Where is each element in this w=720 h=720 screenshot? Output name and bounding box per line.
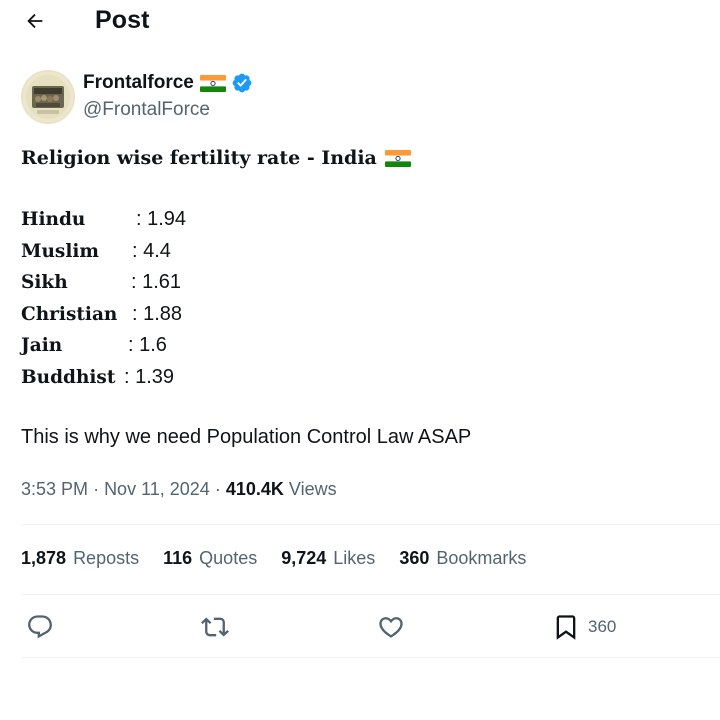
post-header: Post (0, 0, 720, 44)
religion-name: Jain (21, 335, 63, 357)
religion-name: Hindu (21, 209, 86, 231)
list-item: Christian : 1.88 (21, 299, 701, 331)
action-bar: 360 (0, 604, 720, 650)
religion-name: Buddhist (21, 366, 116, 388)
author-handle[interactable]: @FrontalForce (83, 99, 210, 121)
fertility-value: : 1.6 (128, 334, 167, 357)
avatar-image (23, 72, 73, 122)
bookmarks-label: Bookmarks (436, 548, 527, 568)
verified-badge-icon (232, 73, 252, 93)
fertility-value: : 4.4 (132, 239, 171, 262)
repost-icon (201, 617, 229, 637)
separator-dot: · (214, 479, 226, 499)
post-date[interactable]: Nov 11, 2024 (104, 479, 210, 499)
divider (21, 657, 720, 658)
list-item: Muslim : 4.4 (21, 236, 701, 268)
tweet-closing-text: This is why we need Population Control L… (21, 426, 472, 448)
quotes-count: 116 (163, 548, 193, 568)
display-name-text: Frontalforce (83, 72, 194, 93)
religion-name: Sikh (21, 272, 68, 294)
list-item: Buddhist : 1.39 (21, 362, 701, 394)
quotes-stat[interactable]: 116 Quotes (163, 548, 257, 569)
display-name[interactable]: Frontalforce (83, 72, 253, 94)
views-label: Views (288, 479, 337, 499)
author-block: Frontalforce @FrontalForce (21, 70, 621, 126)
religion-name: Christian (21, 303, 118, 325)
fertility-list: Hindu : 1.94 Muslim : 4.4 Sikh : 1.61 Ch… (21, 204, 701, 393)
post-time[interactable]: 3:53 PM (21, 479, 88, 499)
fertility-value: : 1.88 (132, 302, 183, 325)
divider (21, 524, 720, 525)
tweet-text: Religion wise fertility rate - India Hin… (21, 142, 701, 393)
repost-button[interactable] (201, 604, 229, 650)
bookmarks-count: 360 (399, 548, 430, 568)
likes-count: 9,724 (281, 548, 327, 568)
list-item: Jain : 1.6 (21, 330, 701, 362)
avatar[interactable] (21, 70, 75, 124)
post-metadata: 3:53 PM · Nov 11, 2024 · 410.4K Views (21, 479, 337, 500)
bookmarks-stat[interactable]: 360 Bookmarks (399, 548, 526, 569)
like-icon (379, 617, 403, 638)
separator-dot: · (93, 479, 105, 499)
likes-label: Likes (333, 548, 376, 568)
fertility-value: : 1.94 (136, 208, 187, 231)
reposts-count: 1,878 (21, 548, 67, 568)
religion-name: Muslim (21, 240, 99, 262)
flag-india-icon (384, 149, 411, 167)
reposts-label: Reposts (73, 548, 140, 568)
engagement-stats: 1,878 Reposts 116 Quotes 9,724 Likes 360… (21, 548, 550, 569)
fertility-value: : 1.61 (131, 271, 182, 294)
headline-text: Religion wise fertility rate - India (21, 147, 377, 169)
flag-india-icon (199, 74, 226, 92)
likes-stat[interactable]: 9,724 Likes (281, 548, 375, 569)
reply-button[interactable] (26, 604, 54, 650)
divider (21, 594, 720, 595)
fertility-value: : 1.39 (124, 365, 175, 388)
list-item: Sikh : 1.61 (21, 267, 701, 299)
back-arrow-icon (27, 13, 43, 29)
like-button[interactable] (377, 604, 405, 650)
quotes-label: Quotes (199, 548, 258, 568)
list-item: Hindu : 1.94 (21, 204, 701, 236)
reply-icon (28, 615, 52, 639)
views-count[interactable]: 410.4K (226, 479, 284, 499)
bookmark-button[interactable]: 360 (552, 604, 616, 650)
page-title: Post (95, 6, 150, 34)
tweet-headline: Religion wise fertility rate - India (21, 142, 701, 174)
bookmark-icon (556, 615, 576, 640)
back-button[interactable] (22, 8, 48, 34)
reposts-stat[interactable]: 1,878 Reposts (21, 548, 139, 569)
bookmark-action-count: 360 (588, 617, 617, 636)
